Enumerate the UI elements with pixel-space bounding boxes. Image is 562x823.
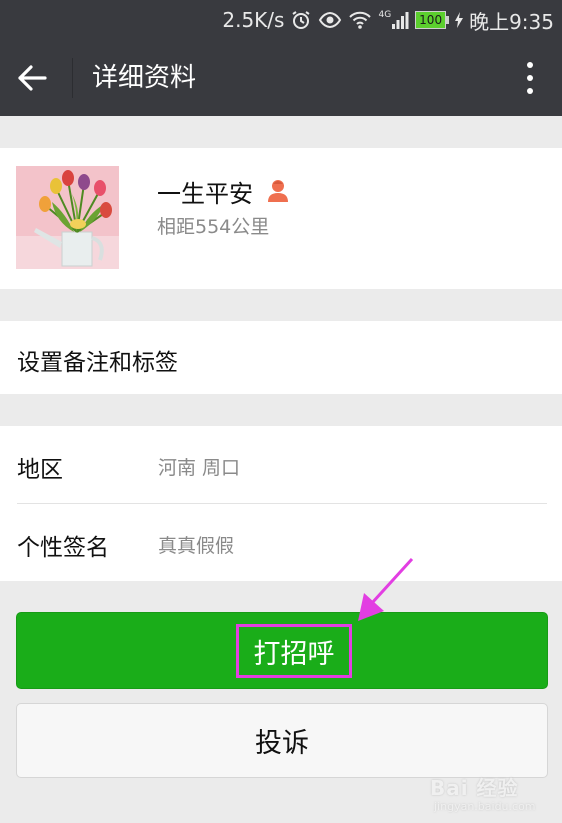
signal-icon: 4G [378,10,409,30]
battery-icon: 100 [415,11,450,29]
signature-value: 真真假假 [158,535,235,557]
eye-icon [318,9,342,31]
signature-label: 个性签名 [17,535,109,561]
info-row-signature: 个性签名 真真假假 [0,504,562,581]
say-hello-button[interactable]: 打招呼 [16,612,548,689]
wifi-icon [348,9,372,31]
baidu-watermark: Bai 经验 jingyan.baidu.com [430,760,555,820]
back-arrow-icon [18,65,47,91]
alarm-icon [290,9,312,31]
charging-icon [455,12,464,28]
profile-name-row: 一生平安 [157,174,289,209]
region-value: 河南 周口 [158,457,241,479]
battery-level: 100 [415,11,447,29]
female-gender-icon [267,178,289,206]
page-title: 详细资料 [92,63,197,93]
appbar-divider [72,58,73,98]
watermark-text: Bai 经验 [430,776,519,800]
clock-time: 晚上9:35 [469,9,554,34]
info-row-region: 地区 河南 周口 [0,426,562,504]
say-hello-label: 打招呼 [236,624,352,678]
watermark-subtext: jingyan.baidu.com [434,800,536,813]
more-dots-icon [527,62,533,68]
more-options-button[interactable] [518,58,542,98]
annotation-arrow-icon [358,557,414,621]
network-speed: 2.5K/s [222,8,285,32]
tulip-bouquet-image [16,166,119,269]
profile-card: 一生平安 相距554公里 [0,148,562,289]
remark-label: 设置备注和标签 [17,350,178,376]
status-bar: 2.5K/s 4G 100 晚上9:35 [0,0,562,40]
network-type: 4G [378,10,392,20]
profile-name: 一生平安 [157,180,253,208]
back-button[interactable] [12,60,52,96]
set-remark-and-tags-item[interactable]: 设置备注和标签 [0,321,562,394]
avatar[interactable] [16,166,119,269]
distance-text: 相距554公里 [157,216,270,238]
region-label: 地区 [17,457,63,483]
app-bar: 详细资料 [0,40,562,116]
info-card: 地区 河南 周口 个性签名 真真假假 [0,426,562,581]
